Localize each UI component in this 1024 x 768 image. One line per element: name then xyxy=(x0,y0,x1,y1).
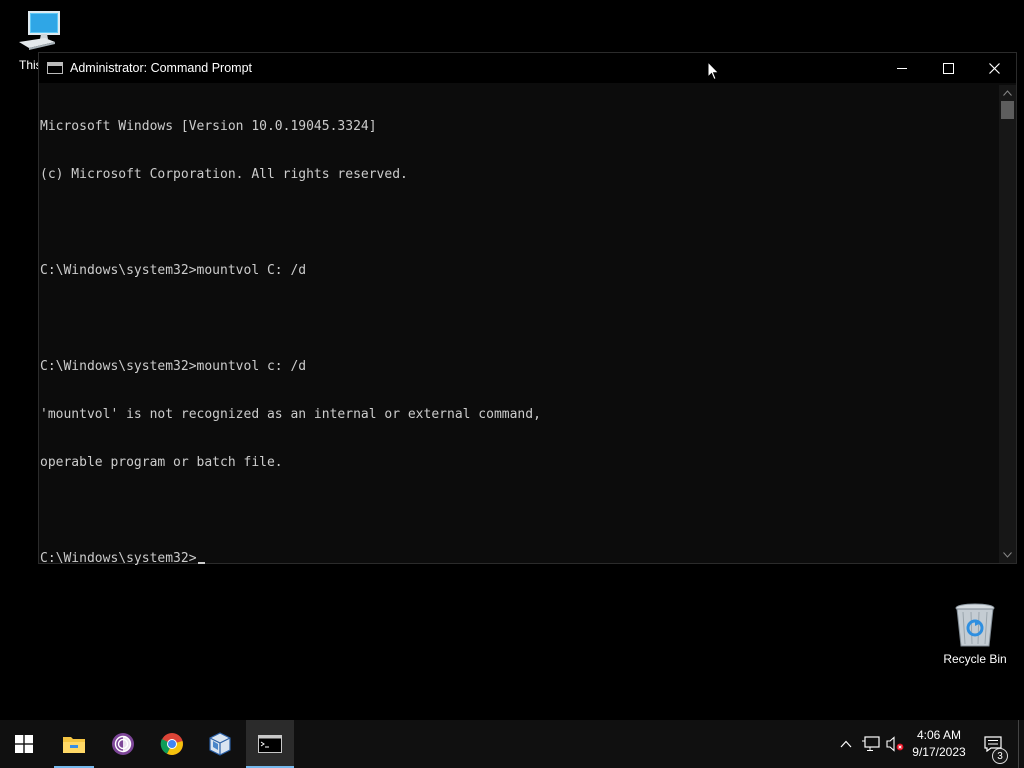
action-center-button[interactable]: 3 xyxy=(978,720,1008,768)
virtualbox-icon xyxy=(209,732,231,756)
close-button[interactable] xyxy=(971,53,1017,83)
network-icon xyxy=(862,736,880,751)
close-icon xyxy=(988,62,1000,74)
chevron-down-icon xyxy=(1003,552,1012,558)
chevron-up-icon xyxy=(840,740,852,748)
window-titlebar[interactable]: Administrator: Command Prompt xyxy=(39,53,1016,83)
console-line: C:\Windows\system32>mountvol C: /d xyxy=(40,263,307,278)
vertical-scrollbar[interactable] xyxy=(999,85,1016,563)
console-prompt: C:\Windows\system32> xyxy=(40,551,197,566)
console-line: (c) Microsoft Corporation. All rights re… xyxy=(40,167,408,182)
clock-date: 9/17/2023 xyxy=(912,745,966,759)
chrome-icon xyxy=(160,733,183,755)
minimize-button[interactable] xyxy=(879,53,925,83)
text-cursor xyxy=(197,562,205,564)
command-prompt-icon xyxy=(47,62,63,74)
console-line: C:\Windows\system32>mountvol c: /d xyxy=(40,359,307,374)
console-line: operable program or batch file. xyxy=(40,455,283,470)
taskbar: 4:06 AM 9/17/2023 3 xyxy=(0,720,1024,768)
taskbar-tor-browser[interactable] xyxy=(99,720,147,768)
desktop-icon-recycle-bin[interactable]: Recycle Bin xyxy=(938,602,1012,666)
this-pc-icon xyxy=(19,11,60,50)
window-title: Administrator: Command Prompt xyxy=(70,61,253,75)
maximize-button[interactable] xyxy=(925,53,971,83)
command-prompt-window[interactable]: Administrator: Command Prompt Microsoft … xyxy=(38,52,1017,566)
desktop-icon-label: Recycle Bin xyxy=(943,652,1007,666)
maximize-icon xyxy=(942,62,954,74)
command-prompt-icon xyxy=(258,735,282,753)
taskbar-file-explorer[interactable] xyxy=(50,720,98,768)
volume-muted-icon xyxy=(886,736,904,752)
windows-start-icon xyxy=(15,735,33,753)
scroll-up-button[interactable] xyxy=(999,85,1016,101)
start-button[interactable] xyxy=(0,720,48,768)
scroll-thumb[interactable] xyxy=(1001,101,1014,119)
file-explorer-icon xyxy=(63,737,85,753)
console-prompt-line[interactable]: C:\Windows\system32> xyxy=(40,551,999,567)
clock-time: 4:06 AM xyxy=(916,728,962,742)
notification-count-badge: 3 xyxy=(992,748,1008,764)
tor-browser-icon xyxy=(112,733,134,755)
show-hidden-icons-button[interactable] xyxy=(836,720,856,768)
chevron-up-icon xyxy=(1003,90,1012,96)
desktop-icon-this-pc[interactable]: This PC xyxy=(0,8,78,72)
taskbar-clock[interactable]: 4:06 AM 9/17/2023 xyxy=(904,720,974,768)
desktop: This PC Recycle Bin Administrator: Comma… xyxy=(0,0,1024,720)
show-desktop-button[interactable] xyxy=(1018,720,1024,768)
minimize-icon xyxy=(897,68,907,69)
network-status[interactable] xyxy=(860,720,882,768)
taskbar-chrome[interactable] xyxy=(148,720,196,768)
taskbar-command-prompt[interactable] xyxy=(246,720,294,768)
taskbar-virtualbox[interactable] xyxy=(196,720,244,768)
mouse-pointer-icon xyxy=(707,61,720,81)
console-line: 'mountvol' is not recognized as an inter… xyxy=(40,407,541,422)
console-line: Microsoft Windows [Version 10.0.19045.33… xyxy=(40,119,377,134)
recycle-bin-icon xyxy=(955,603,995,647)
scroll-down-button[interactable] xyxy=(999,547,1016,563)
volume-status[interactable] xyxy=(884,720,906,768)
console-output[interactable]: Microsoft Windows [Version 10.0.19045.33… xyxy=(39,87,999,566)
